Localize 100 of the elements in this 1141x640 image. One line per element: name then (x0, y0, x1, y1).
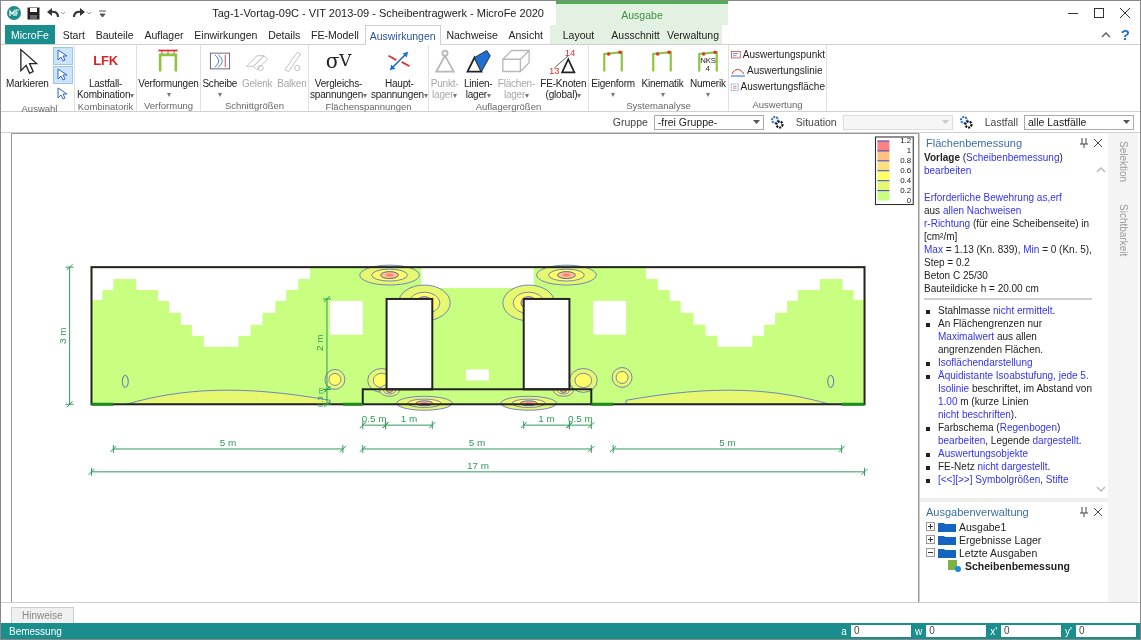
ribbon-button[interactable]: NKS 4 Numerik ▾ (689, 47, 726, 100)
legend-label: 0.8 (900, 155, 912, 165)
input-field[interactable]: 0 (1076, 625, 1136, 637)
ribbon-tab[interactable]: Layout (550, 25, 608, 44)
redo-icon[interactable] (72, 7, 92, 19)
collapse-ribbon-icon[interactable] (1100, 31, 1111, 38)
panel-text: FE-Netz nicht dargestellt. (938, 461, 1051, 472)
ribbon-button[interactable]: Scheibe ▾ (202, 47, 238, 100)
selection-tool[interactable] (52, 66, 73, 84)
ribbon-button[interactable]: Markieren (6, 47, 49, 90)
link[interactable]: r-Richtung (924, 218, 971, 229)
link[interactable]: Min (1023, 244, 1040, 255)
ribbon-button[interactable]: LFK Lastfall- Kombination▾ (76, 47, 135, 101)
ribbon-button[interactable]: Linien- lager▾ (463, 47, 493, 101)
ribbon-button[interactable]: Verformungen ▾ (138, 47, 199, 100)
save-icon[interactable] (27, 6, 40, 20)
tree-item[interactable]: Letzte Ausgaben (959, 546, 1038, 559)
field-label: x' (990, 625, 998, 637)
file-tab[interactable]: MicroFe (5, 25, 55, 44)
panel-text: Bauteildicke h = 20.00 cm (924, 283, 1039, 294)
ribbon-tab[interactable]: Ausschnitt (607, 25, 665, 44)
dropdown[interactable]: alle Lastfälle (1024, 114, 1134, 130)
link[interactable]: Max (924, 244, 943, 255)
input-field[interactable]: 0 (850, 625, 911, 637)
ribbon-tab[interactable]: FE-Modell (306, 25, 364, 44)
collapse-icon[interactable] (926, 548, 935, 557)
link[interactable]: allen Nachweisen (942, 205, 1022, 216)
ribbon-button[interactable]: Auswertungslinie (730, 63, 825, 78)
link[interactable]: Isolinie (938, 383, 970, 394)
context-tab-group: Ausgabe (556, 1, 728, 25)
link[interactable]: Auswertungsobjekte (938, 448, 1029, 459)
ribbon-button[interactable]: Haupt- spannungen▾ (370, 47, 428, 101)
pin-icon[interactable] (1080, 138, 1088, 148)
customize-icon[interactable] (98, 8, 107, 18)
dimension-label: 5 m (219, 437, 237, 448)
support-line (841, 402, 865, 406)
link[interactable]: dargestellt (1032, 435, 1079, 446)
link[interactable]: Scheibenbemessung (966, 152, 1060, 163)
filter-label: Gruppe (612, 116, 648, 128)
panel-text: aus allen Nachweisen (924, 205, 1022, 216)
ribbon-tab[interactable]: Nachweise (441, 25, 503, 44)
selection-tool[interactable] (52, 47, 73, 65)
dimension-label: 17 m (467, 459, 490, 471)
ribbon-tab[interactable]: Einwirkungen (189, 25, 263, 44)
tree-item[interactable]: Ausgabe1 (959, 520, 1007, 533)
ribbon-button[interactable]: 14 13 FE-Knoten (global)▾ (540, 47, 587, 101)
expand-icon[interactable] (926, 535, 935, 544)
close-icon[interactable] (1094, 139, 1102, 147)
dimension-label: 0.5 m (567, 413, 593, 425)
link[interactable]: Stifte (1045, 474, 1069, 485)
legend-label: 0 (906, 195, 912, 205)
link[interactable]: nicht ermittelt (993, 305, 1053, 316)
group-label: Flächenspannungen (324, 101, 413, 112)
link[interactable]: Erforderliche Bewehrung as,erf (924, 192, 1062, 203)
ribbon-tab[interactable]: Auflager (139, 25, 189, 44)
link[interactable]: 1.00 (938, 396, 958, 407)
help-button[interactable]: ? (1120, 26, 1130, 43)
pin-icon[interactable] (1080, 507, 1088, 517)
input-field[interactable]: 0 (926, 625, 987, 637)
legend-label: 1 (906, 145, 912, 155)
dimension-label: 0.5 m (361, 413, 387, 425)
link[interactable]: nicht dargestellt (977, 461, 1048, 472)
ribbon-button[interactable]: Auswertungspunkt (730, 47, 825, 62)
ribbon-tab[interactable]: Verwaltung (664, 25, 722, 44)
undo-icon[interactable] (46, 7, 66, 19)
maximize-icon[interactable] (1094, 8, 1104, 18)
panel-text: Vorlage (Scheibenbemessung) bearbeiten (924, 152, 1063, 176)
dropdown[interactable]: -frei Gruppe- (653, 114, 764, 130)
legend-label: 0.2 (900, 185, 912, 195)
settings-icon[interactable] (769, 115, 784, 129)
legend-label: 1.2 (900, 135, 912, 145)
status-text: Bemessung (9, 625, 62, 637)
input-field[interactable]: 0 (1001, 625, 1062, 637)
support-line (342, 402, 363, 406)
ribbon-button[interactable]: Kinematik ▾ (641, 47, 684, 100)
tree-item[interactable]: Scheibenbemessung (965, 559, 1071, 572)
close-icon[interactable] (1120, 8, 1130, 18)
filter-label: Situation (795, 116, 837, 128)
dimension-label: 5 m (719, 437, 736, 448)
ribbon-tab[interactable]: Details (263, 25, 306, 44)
link[interactable]: [<<][>>] (938, 474, 973, 485)
link[interactable]: bearbeiten (924, 165, 972, 176)
tree-item[interactable]: Ergebnisse Lager (959, 533, 1042, 546)
panel-text: [<<][>>] Symbolgrößen, Stifte (938, 474, 1069, 485)
link[interactable]: jede 5. (1058, 370, 1089, 381)
ribbon-button[interactable]: Auswertungsfläche (730, 79, 825, 94)
link[interactable]: nicht beschriften (938, 409, 1011, 420)
ribbon-tab[interactable]: Bauteile (90, 25, 139, 44)
ribbon-tab[interactable]: Auswirkungen (364, 25, 441, 45)
ribbon-button[interactable]: Eigenform ▾ (591, 47, 635, 100)
caret-icon (1123, 120, 1130, 124)
dimension-label: 1 m (538, 413, 555, 425)
link[interactable]: Isoflächendarstellung (938, 357, 1033, 368)
result-icon (948, 559, 962, 572)
link[interactable]: Maximalwert (938, 331, 995, 342)
link[interactable]: Äquidistante Isoabstufung, (938, 370, 1056, 381)
close-icon[interactable] (1094, 508, 1102, 516)
expand-icon[interactable] (926, 522, 935, 531)
ribbon-tab[interactable]: Start (57, 25, 90, 44)
ribbon-tab[interactable]: Ansicht (503, 25, 548, 44)
